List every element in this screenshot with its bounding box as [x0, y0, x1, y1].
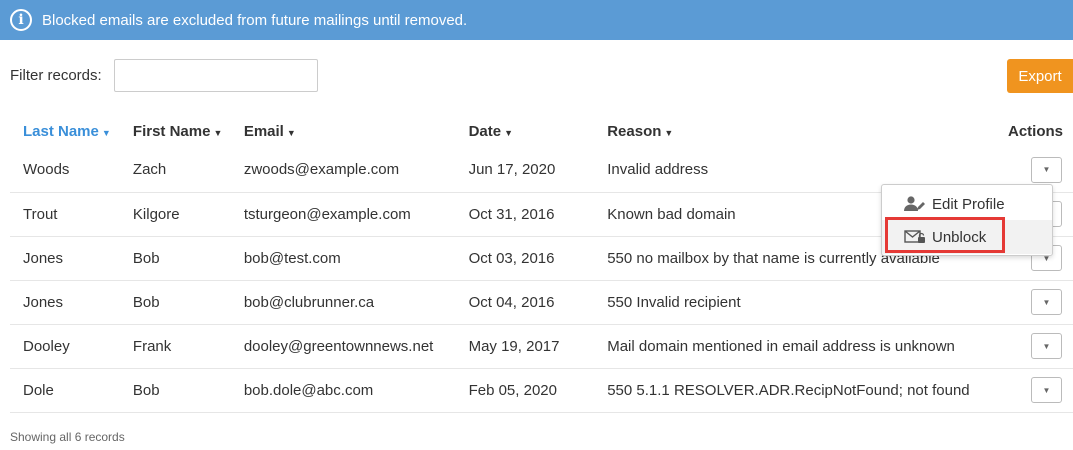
- cell-date: Oct 03, 2016: [455, 236, 595, 281]
- blocked-emails-table: Last Name ▼ First Name ▼ Email ▼ Date ▼ Reas…: [10, 114, 1073, 413]
- cell-actions: ▼: [994, 280, 1073, 325]
- filter-input[interactable]: [113, 59, 318, 92]
- cell-first-name: Bob: [119, 368, 231, 413]
- cell-email: zwoods@example.com: [230, 148, 456, 193]
- table-row: Dooley Frank dooley@greentownnews.net Ma…: [10, 324, 1073, 369]
- cell-email: bob@clubrunner.ca: [230, 280, 456, 325]
- actions-dropdown-button[interactable]: ▼: [1031, 333, 1062, 359]
- cell-last-name: Jones: [10, 236, 120, 281]
- menu-item-label: Unblock: [932, 228, 987, 246]
- table-row: Jones Bob bob@clubrunner.ca Oct 04, 2016…: [10, 280, 1073, 325]
- cell-reason: 550 5.1.1 RESOLVER.ADR.RecipNotFound; no…: [594, 368, 995, 413]
- actions-dropdown-button[interactable]: ▼: [1031, 156, 1062, 183]
- cell-email: tsturgeon@example.com: [230, 192, 456, 237]
- col-last-name[interactable]: Last Name ▼: [10, 114, 120, 148]
- sort-caret-icon: ▼: [101, 127, 111, 138]
- cell-email: bob.dole@abc.com: [230, 368, 456, 413]
- cell-reason: Mail domain mentioned in email address i…: [594, 324, 995, 369]
- col-date[interactable]: Date ▼: [456, 114, 595, 148]
- cell-actions: ▼: [994, 368, 1073, 413]
- cell-last-name: Dole: [10, 368, 120, 413]
- sort-caret-icon: ▼: [213, 127, 223, 138]
- cell-first-name: Bob: [119, 280, 231, 325]
- export-button[interactable]: Export: [1007, 59, 1073, 93]
- info-icon: i: [10, 9, 32, 31]
- cell-email: bob@test.com: [230, 236, 456, 281]
- cell-last-name: Trout: [10, 192, 120, 237]
- filter-label: Filter records:: [10, 67, 102, 84]
- info-banner: i Blocked emails are excluded from futur…: [0, 0, 1073, 40]
- col-email[interactable]: Email ▼: [231, 114, 456, 148]
- cell-first-name: Kilgore: [119, 192, 231, 237]
- sort-caret-icon: ▼: [664, 127, 674, 138]
- cell-date: Jun 17, 2020: [455, 148, 595, 193]
- cell-first-name: Bob: [119, 236, 231, 281]
- cell-last-name: Woods: [10, 148, 120, 193]
- menu-item-edit-profile[interactable]: Edit Profile: [882, 187, 1052, 221]
- col-reason[interactable]: Reason ▼: [594, 114, 995, 148]
- cell-date: May 19, 2017: [455, 324, 595, 369]
- menu-item-label: Edit Profile: [932, 195, 1005, 213]
- cell-last-name: Dooley: [10, 324, 120, 369]
- user-edit-icon: [904, 195, 926, 213]
- chevron-down-icon: ▼: [1042, 341, 1051, 351]
- table-row: Dole Bob bob.dole@abc.com Feb 05, 2020 5…: [10, 368, 1073, 413]
- actions-dropdown-button[interactable]: ▼: [1031, 289, 1062, 315]
- cell-email: dooley@greentownnews.net: [230, 324, 456, 369]
- cell-first-name: Zach: [119, 148, 231, 193]
- actions-dropdown-menu: Edit Profile Unblock: [881, 184, 1053, 256]
- cell-actions: ▼: [994, 324, 1073, 369]
- filter-row: Filter records:: [10, 59, 318, 92]
- cell-date: Feb 05, 2020: [455, 368, 595, 413]
- cell-reason: 550 Invalid recipient: [594, 280, 995, 325]
- sort-caret-icon: ▼: [504, 127, 514, 138]
- table-header-row: Last Name ▼ First Name ▼ Email ▼ Date ▼ Reas…: [10, 114, 1073, 148]
- col-first-name[interactable]: First Name ▼: [120, 114, 231, 148]
- cell-date: Oct 04, 2016: [455, 280, 595, 325]
- cell-last-name: Jones: [10, 280, 120, 325]
- chevron-down-icon: ▼: [1042, 297, 1051, 307]
- chevron-down-icon: ▼: [1042, 165, 1051, 175]
- records-count: Showing all 6 records: [10, 430, 125, 444]
- actions-dropdown-button[interactable]: ▼: [1031, 377, 1062, 403]
- envelope-unlock-icon: [904, 228, 926, 246]
- menu-item-unblock[interactable]: Unblock: [882, 220, 1052, 254]
- cell-first-name: Frank: [119, 324, 231, 369]
- chevron-down-icon: ▼: [1042, 385, 1051, 395]
- banner-text: Blocked emails are excluded from future …: [42, 11, 468, 29]
- cell-date: Oct 31, 2016: [455, 192, 595, 237]
- col-actions: Actions: [1007, 122, 1063, 140]
- sort-caret-icon: ▼: [286, 127, 296, 138]
